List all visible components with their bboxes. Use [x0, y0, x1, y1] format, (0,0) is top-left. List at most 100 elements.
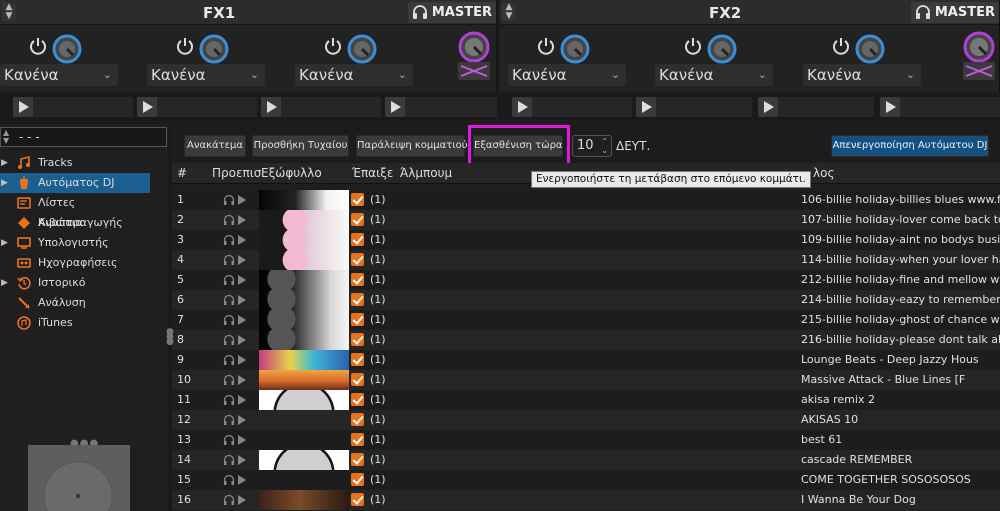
preview-play-icon[interactable] — [238, 355, 246, 365]
checkbox-icon[interactable] — [351, 253, 364, 266]
sidebar-item-itunes[interactable]: iTunes — [0, 313, 150, 333]
crossfade-button[interactable] — [458, 62, 490, 80]
checkbox-icon[interactable] — [351, 213, 364, 226]
headphones-icon[interactable] — [223, 474, 235, 486]
preview-play-icon[interactable] — [238, 395, 246, 405]
expand-arrow-icon[interactable]: ▶ — [1, 153, 8, 173]
sidebar-item-crates[interactable]: Κιβώτια — [0, 213, 150, 233]
preview-play-icon[interactable] — [238, 375, 246, 385]
resize-grip-icon[interactable]: ●●● — [166, 328, 174, 347]
table-row[interactable]: 10 (1) Massive Attack - Blue Lines [F — [172, 370, 1000, 390]
sidebar-item-analysis[interactable]: Ανάλυση — [0, 293, 150, 313]
headphones-icon[interactable] — [223, 234, 235, 246]
table-row[interactable]: 7 (1) 215-billie holiday-ghost of chance w… — [172, 310, 1000, 330]
disable-autodj-button[interactable]: Απενεργοποίηση Αυτόματου DJ — [831, 135, 989, 157]
checkbox-icon[interactable] — [351, 333, 364, 346]
expand-arrow-icon[interactable]: ▶ — [1, 233, 8, 253]
headphones-icon[interactable] — [223, 274, 235, 286]
column-header-number[interactable]: # — [177, 166, 187, 180]
power-icon[interactable] — [28, 36, 48, 56]
preview-play-icon[interactable] — [238, 275, 246, 285]
checkbox-icon[interactable] — [351, 453, 364, 466]
checkbox-icon[interactable] — [351, 433, 364, 446]
power-icon[interactable] — [323, 36, 343, 56]
checkbox-icon[interactable] — [351, 233, 364, 246]
checkbox-icon[interactable] — [351, 313, 364, 326]
checkbox-icon[interactable] — [351, 413, 364, 426]
add-random-button[interactable]: Προσθήκη Τυχαίου — [252, 135, 349, 157]
play-icon[interactable] — [13, 97, 33, 117]
effect-knob-icon[interactable] — [52, 34, 82, 64]
play-icon[interactable] — [636, 97, 656, 117]
preview-play-icon[interactable] — [238, 435, 246, 445]
fx2-master-button[interactable]: MASTER — [910, 2, 999, 23]
power-icon[interactable] — [536, 36, 556, 56]
checkbox-icon[interactable] — [351, 193, 364, 206]
column-header-preview[interactable]: Προεπισ — [212, 166, 261, 180]
fx2-effect-select-1[interactable]: Κανένα ⌄ — [508, 64, 626, 86]
preview-play-icon[interactable] — [238, 455, 246, 465]
table-row[interactable]: 5 (1) 212-billie holiday-fine and mellow w… — [172, 270, 1000, 290]
fx1-scroll-arrows-icon[interactable]: ▲ ▼ — [2, 3, 16, 21]
headphones-icon[interactable] — [223, 314, 235, 326]
effect-knob-icon[interactable] — [707, 34, 737, 64]
effect-knob-icon[interactable] — [560, 34, 590, 64]
table-row[interactable]: 1 (1) 106-billie holiday-billies blues www… — [172, 190, 1000, 210]
table-row[interactable]: 15 (1) COME TOGETHER SOSOSOSOS — [172, 470, 1000, 490]
skip-track-button[interactable]: Παράλειψη κομματιού — [356, 135, 468, 157]
preview-play-icon[interactable] — [238, 335, 246, 345]
play-icon[interactable] — [758, 97, 778, 117]
expand-arrow-icon[interactable]: ▶ — [1, 273, 8, 293]
fx2-effect-select-2[interactable]: Κανένα ⌄ — [655, 64, 773, 86]
table-row[interactable]: 9 (1) Lounge Beats - Deep Jazzy Hous — [172, 350, 1000, 370]
sort-arrows-icon[interactable]: ▲ ▼ — [3, 129, 9, 145]
sidebar-item-tracks[interactable]: ▶ Tracks — [0, 153, 150, 173]
headphones-icon[interactable] — [223, 354, 235, 366]
preview-play-icon[interactable] — [238, 415, 246, 425]
preview-play-icon[interactable] — [238, 295, 246, 305]
fx2-scroll-arrows-icon[interactable]: ▲ ▼ — [502, 3, 516, 21]
play-icon[interactable] — [512, 97, 532, 117]
play-icon[interactable] — [880, 97, 900, 117]
table-row[interactable]: 3 (1) 109-billie holiday-aint no bodys bus… — [172, 230, 1000, 250]
preview-play-icon[interactable] — [238, 315, 246, 325]
effect-knob-icon[interactable] — [347, 34, 377, 64]
column-header-album[interactable]: Άλμπουμ — [400, 166, 452, 180]
effect-knob-icon[interactable] — [199, 34, 229, 64]
preview-play-icon[interactable] — [238, 235, 246, 245]
checkbox-icon[interactable] — [351, 273, 364, 286]
checkbox-icon[interactable] — [351, 493, 364, 506]
headphones-icon[interactable] — [223, 334, 235, 346]
preview-play-icon[interactable] — [238, 195, 246, 205]
play-icon[interactable] — [385, 97, 405, 117]
play-icon[interactable] — [261, 97, 281, 117]
headphones-icon[interactable] — [223, 374, 235, 386]
power-icon[interactable] — [683, 36, 703, 56]
preview-play-icon[interactable] — [238, 215, 246, 225]
table-row[interactable]: 6 (1) 214-billie holiday-eazy to remember … — [172, 290, 1000, 310]
fade-seconds-stepper[interactable]: 10 ⌃ ⌄ — [572, 135, 612, 157]
table-row[interactable]: 12 (1) AKISAS 10 — [172, 410, 1000, 430]
table-row[interactable]: 14 (1) cascade REMEMBER — [172, 450, 1000, 470]
checkbox-icon[interactable] — [351, 373, 364, 386]
table-row[interactable]: 16 (1) I Wanna Be Your Dog — [172, 490, 1000, 510]
column-header-cover[interactable]: Εξώφυλλο — [261, 166, 322, 180]
checkbox-icon[interactable] — [351, 353, 364, 366]
column-header-title[interactable]: λος — [813, 166, 835, 180]
table-row[interactable]: 11 (1) akisa remix 2 — [172, 390, 1000, 410]
preview-play-icon[interactable] — [238, 495, 246, 505]
headphones-icon[interactable] — [223, 414, 235, 426]
expand-arrow-icon[interactable]: ▶ — [1, 173, 8, 193]
headphones-icon[interactable] — [223, 454, 235, 466]
headphones-icon[interactable] — [223, 214, 235, 226]
checkbox-icon[interactable] — [351, 393, 364, 406]
table-row[interactable]: 13 (1) best 61 — [172, 430, 1000, 450]
folder-search-input[interactable]: ▲ ▼ - - - — [0, 127, 167, 147]
crossfade-button[interactable] — [963, 62, 995, 80]
fx1-effect-select-2[interactable]: Κανένα ⌄ — [147, 64, 265, 86]
headphones-icon[interactable] — [223, 394, 235, 406]
power-icon[interactable] — [175, 36, 195, 56]
master-volume-knob-icon[interactable] — [963, 31, 995, 63]
preview-play-icon[interactable] — [238, 475, 246, 485]
sidebar-item-computer[interactable]: ▶ Υπολογιστής — [0, 233, 150, 253]
